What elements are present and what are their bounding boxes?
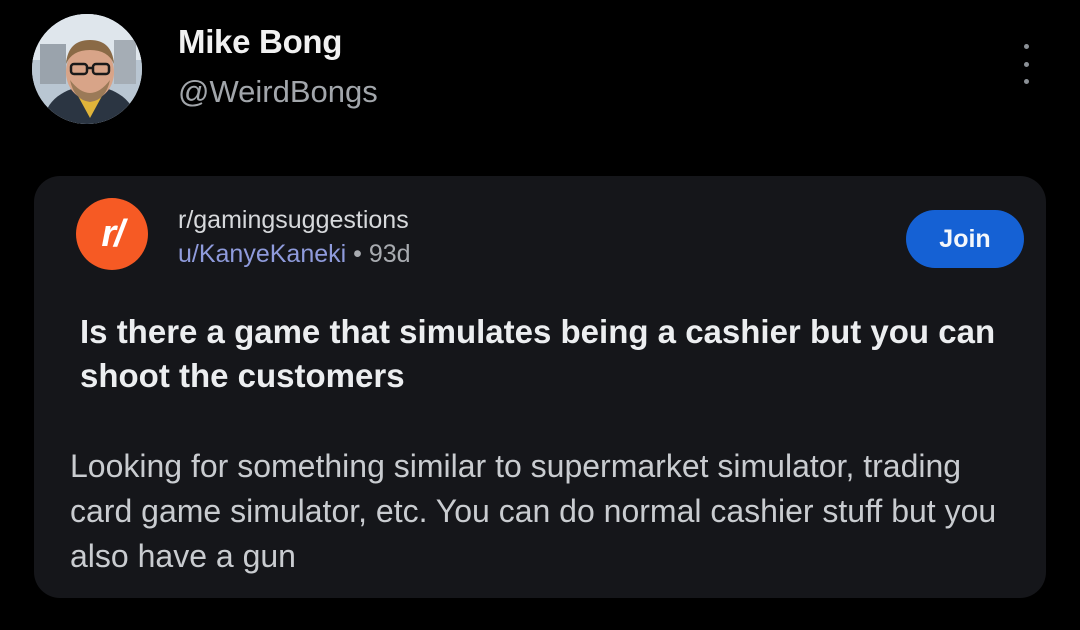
subreddit-icon-text: r/ xyxy=(101,212,124,255)
post-byline: u/KanyeKaneki • 93d xyxy=(178,238,411,270)
tweet-author[interactable]: Mike Bong @WeirdBongs xyxy=(178,22,378,112)
more-options-icon[interactable] xyxy=(1012,42,1040,86)
byline-separator: • xyxy=(346,240,369,268)
dot xyxy=(1023,44,1029,49)
subreddit-icon[interactable]: r/ xyxy=(76,198,148,270)
avatar[interactable] xyxy=(32,14,142,124)
dot xyxy=(1023,61,1029,67)
dot xyxy=(1023,79,1029,84)
embedded-reddit-post[interactable]: r/ r/gamingsuggestions u/KanyeKaneki • 9… xyxy=(34,176,1046,598)
tweet-header: Mike Bong @WeirdBongs xyxy=(32,14,1048,124)
post-meta: r/gamingsuggestions u/KanyeKaneki • 93d xyxy=(178,204,411,270)
post-age: 93d xyxy=(368,240,411,268)
author-handle[interactable]: @WeirdBongs xyxy=(178,72,378,112)
post-username[interactable]: u/KanyeKaneki xyxy=(178,240,346,268)
post-body: Looking for something similar to superma… xyxy=(70,448,997,574)
avatar-image xyxy=(32,14,142,124)
subreddit-name[interactable]: r/gamingsuggestions xyxy=(178,204,411,236)
post-title[interactable]: Is there a game that simulates being a c… xyxy=(80,310,1000,398)
author-display-name[interactable]: Mike Bong xyxy=(178,22,378,62)
join-button[interactable]: Join xyxy=(906,210,1024,268)
